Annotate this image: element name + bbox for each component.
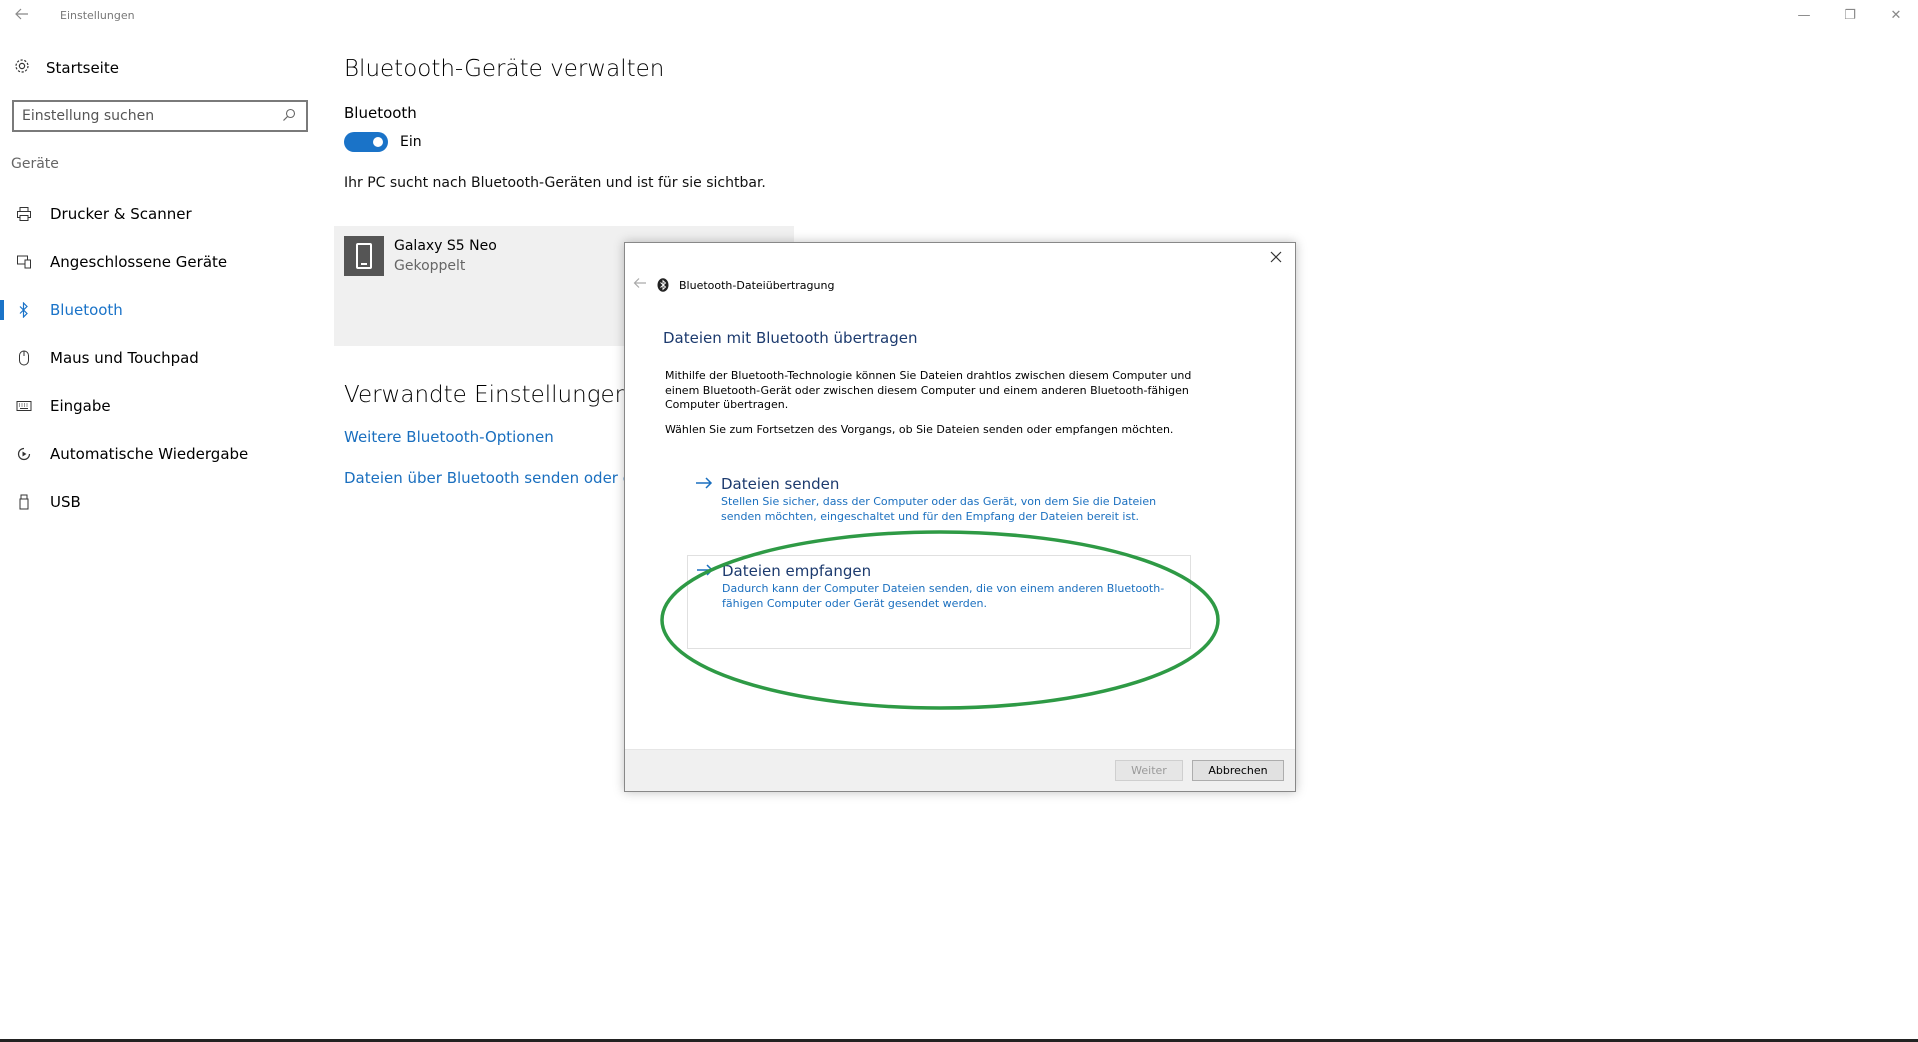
dialog-close-button[interactable] [1265,247,1287,269]
bluetooth-file-transfer-dialog: Bluetooth-Dateiübertragung Dateien mit B… [624,242,1296,792]
sidebar-item-label: Angeschlossene Geräte [50,253,228,271]
dialog-heading: Dateien mit Bluetooth übertragen [663,329,918,347]
device-name: Galaxy S5 Neo [394,238,497,254]
cancel-button[interactable]: Abbrechen [1192,760,1284,781]
search-input[interactable] [22,108,282,124]
gear-icon [14,58,30,78]
sidebar-item-label: Maus und Touchpad [50,349,199,367]
sidebar-item-input[interactable]: Eingabe [0,382,320,430]
sidebar-item-label: Automatische Wiedergabe [50,445,249,463]
title-bar: Einstellungen — ❐ ✕ [0,0,1918,32]
search-icon[interactable] [282,108,298,124]
dialog-header: Bluetooth-Dateiübertragung [633,277,834,293]
toggle-state-label: Ein [400,134,422,150]
nav-list: Drucker & Scanner Angeschlossene Geräte … [0,190,320,526]
back-arrow-icon[interactable] [14,6,34,26]
device-status: Gekoppelt [394,258,466,274]
bluetooth-label: Bluetooth [344,104,417,122]
sidebar-home[interactable]: Startseite [14,58,119,78]
restore-button[interactable]: ❐ [1840,6,1860,26]
next-button[interactable]: Weiter [1115,760,1183,781]
sidebar-item-label: Drucker & Scanner [50,205,192,223]
mouse-icon [14,348,34,368]
phone-icon [344,236,384,276]
sidebar-item-label: Bluetooth [50,301,123,319]
send-files-title: Dateien senden [721,475,840,493]
arrow-right-icon [695,475,713,494]
keyboard-icon [14,396,34,416]
printer-icon [14,204,34,224]
page-title: Bluetooth-Geräte verwalten [344,56,665,82]
receive-files-option[interactable]: Dateien empfangen Dadurch kann der Compu… [687,555,1191,649]
bluetooth-icon [14,300,34,320]
dialog-footer: Weiter Abbrechen [625,749,1295,791]
minimize-button[interactable]: — [1794,6,1814,26]
receive-files-title: Dateien empfangen [722,562,872,580]
search-box [12,100,308,132]
bluetooth-description: Ihr PC sucht nach Bluetooth-Geräten und … [344,175,766,191]
dialog-back-arrow-icon[interactable] [633,277,647,293]
sidebar-item-label: USB [50,493,81,511]
window-title: Einstellungen [60,9,135,22]
sidebar-item-usb[interactable]: USB [0,478,320,526]
bluetooth-toggle[interactable] [344,132,388,152]
sidebar-item-bluetooth[interactable]: Bluetooth [0,286,320,334]
sidebar-item-label: Eingabe [50,397,111,415]
related-settings-title: Verwandte Einstellungen [344,382,630,408]
bluetooth-badge-icon [657,278,669,292]
close-window-button[interactable]: ✕ [1886,6,1906,26]
autoplay-icon [14,444,34,464]
arrow-right-icon [696,562,714,581]
more-bluetooth-options-link[interactable]: Weitere Bluetooth-Optionen [344,428,554,446]
sidebar-home-label: Startseite [46,59,119,77]
dialog-instruction-text: Wählen Sie zum Fortsetzen des Vorgangs, … [665,423,1174,436]
receive-files-description: Dadurch kann der Computer Dateien senden… [722,582,1165,610]
sidebar-item-printers[interactable]: Drucker & Scanner [0,190,320,238]
sidebar-item-connected-devices[interactable]: Angeschlossene Geräte [0,238,320,286]
section-label: Geräte [11,156,59,172]
usb-icon [14,492,34,512]
dialog-intro-text: Mithilfe der Bluetooth-Technologie könne… [665,369,1192,411]
sidebar-item-autoplay[interactable]: Automatische Wiedergabe [0,430,320,478]
connected-devices-icon [14,252,34,272]
dialog-header-title: Bluetooth-Dateiübertragung [679,278,835,292]
sidebar-item-mouse[interactable]: Maus und Touchpad [0,334,320,382]
send-receive-files-link[interactable]: Dateien über Bluetooth senden oder empf [344,469,661,487]
toggle-knob [373,137,383,147]
send-files-description: Stellen Sie sicher, dass der Computer od… [721,495,1157,523]
send-files-option[interactable]: Dateien senden Stellen Sie sicher, dass … [687,469,1191,530]
